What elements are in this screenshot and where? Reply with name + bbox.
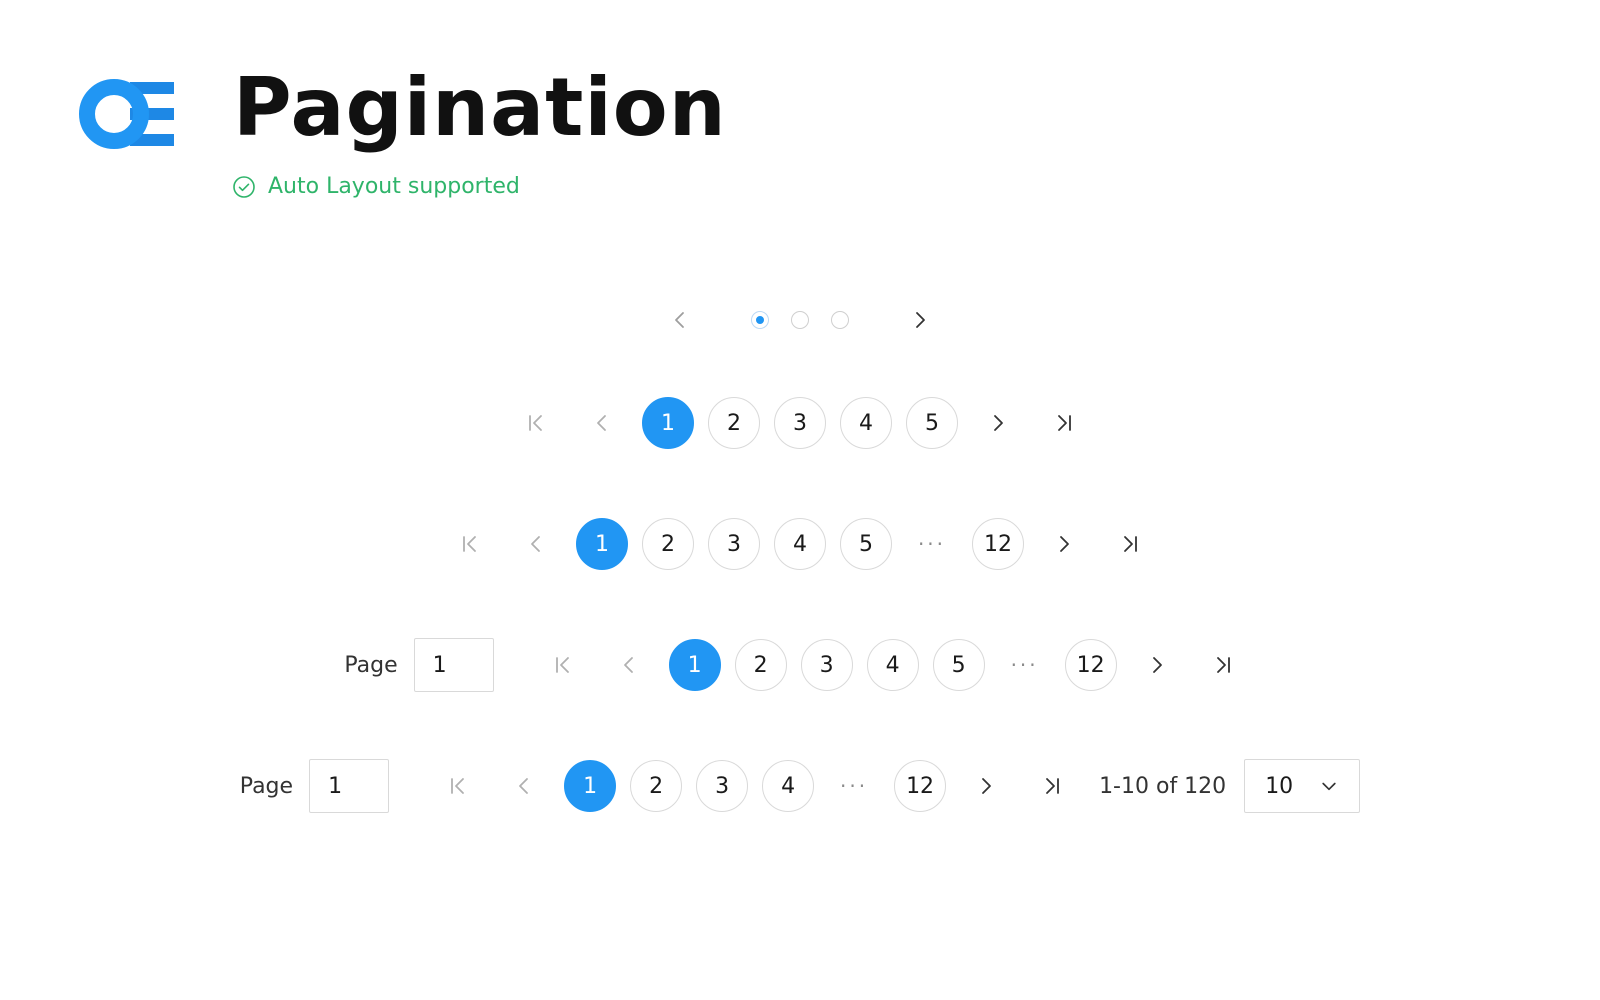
page-button-4[interactable]: 4 — [840, 397, 892, 449]
previous-button[interactable] — [497, 759, 551, 813]
first-page-icon — [451, 778, 464, 794]
page-button-2[interactable]: 2 — [734, 639, 787, 691]
previous-button[interactable] — [602, 638, 656, 692]
ellipsis: ··· — [1010, 653, 1039, 677]
chevron-left-icon — [675, 312, 684, 328]
chevron-left-icon — [531, 536, 540, 552]
page-button-last[interactable]: 12 — [1064, 639, 1117, 691]
first-page-button[interactable] — [509, 396, 563, 450]
chevron-left-icon — [623, 657, 633, 673]
page-button-3[interactable]: 3 — [774, 397, 826, 449]
chevron-right-icon — [982, 778, 991, 794]
page-button-5[interactable]: 5 — [932, 639, 985, 691]
next-button[interactable] — [971, 396, 1025, 450]
last-page-icon — [1046, 778, 1059, 794]
page-title: Pagination — [233, 61, 727, 154]
first-page-icon — [529, 415, 542, 431]
page-dot[interactable] — [831, 311, 849, 329]
page-button-2[interactable]: 2 — [708, 397, 760, 449]
page-button-last[interactable]: 12 — [894, 760, 947, 812]
page-button-5[interactable]: 5 — [840, 518, 892, 570]
first-page-button[interactable] — [431, 759, 485, 813]
chevron-right-icon — [994, 415, 1003, 431]
logo — [79, 79, 174, 149]
last-page-icon — [1124, 536, 1137, 552]
last-page-icon — [1058, 415, 1071, 431]
page-size-value: 10 — [1265, 773, 1294, 799]
first-page-button[interactable] — [443, 517, 497, 571]
page-button-1[interactable]: 1 — [564, 760, 617, 812]
page-button-5[interactable]: 5 — [906, 397, 958, 449]
previous-button[interactable] — [660, 293, 700, 347]
pagination-basic: 12345 — [0, 395, 1600, 451]
last-page-button[interactable] — [1037, 396, 1091, 450]
last-page-button[interactable] — [1196, 638, 1250, 692]
next-button[interactable] — [1037, 517, 1091, 571]
page-button-3[interactable]: 3 — [800, 639, 853, 691]
page-button-4[interactable]: 4 — [866, 639, 919, 691]
page-button-3[interactable]: 3 — [708, 518, 760, 570]
ellipsis: ··· — [840, 774, 869, 798]
page-button-last[interactable]: 12 — [972, 518, 1024, 570]
page-button-4[interactable]: 4 — [774, 518, 826, 570]
next-button[interactable] — [959, 759, 1013, 813]
subtitle-text: Auto Layout supported — [268, 174, 520, 199]
chevron-left-icon — [519, 778, 528, 794]
chevron-right-icon — [1152, 657, 1162, 673]
page-button-2[interactable]: 2 — [630, 760, 683, 812]
next-button[interactable] — [1130, 638, 1184, 692]
page-button-1[interactable]: 1 — [642, 397, 694, 449]
auto-layout-note: Auto Layout supported — [232, 174, 520, 199]
page-size-select[interactable]: 10 — [1244, 759, 1361, 813]
pagination-with-ellipsis: 12345 ··· 12 — [0, 516, 1600, 572]
chevron-right-icon — [916, 312, 925, 328]
page-label: Page — [239, 773, 294, 799]
last-page-button[interactable] — [1025, 759, 1079, 813]
pagination-with-page-input: Page 12345 ··· 12 — [0, 637, 1600, 693]
page-button-1[interactable]: 1 — [668, 639, 721, 691]
last-page-button[interactable] — [1103, 517, 1157, 571]
page-button-1[interactable]: 1 — [576, 518, 628, 570]
page-number-input[interactable] — [413, 638, 494, 692]
first-page-icon — [555, 657, 569, 673]
page-button-3[interactable]: 3 — [696, 760, 749, 812]
pagination-full: Page 1234 ··· 12 1-10 of 120 10 — [0, 758, 1600, 814]
page-number-input[interactable] — [309, 759, 390, 813]
page-dot[interactable] — [751, 311, 769, 329]
page-label: Page — [344, 652, 398, 678]
range-text: 1-10 of 120 — [1099, 773, 1227, 799]
page-dot[interactable] — [791, 311, 809, 329]
first-page-icon — [463, 536, 476, 552]
chevron-down-icon — [1322, 782, 1336, 791]
next-button[interactable] — [900, 293, 940, 347]
last-page-icon — [1216, 657, 1230, 673]
chevron-left-icon — [597, 415, 606, 431]
page-button-4[interactable]: 4 — [762, 760, 815, 812]
check-circle-icon — [233, 175, 255, 198]
first-page-button[interactable] — [536, 638, 590, 692]
chevron-right-icon — [1060, 536, 1069, 552]
previous-button[interactable] — [575, 396, 629, 450]
page-button-2[interactable]: 2 — [642, 518, 694, 570]
ellipsis: ··· — [917, 532, 947, 556]
dots-pagination — [0, 300, 1600, 340]
previous-button[interactable] — [509, 517, 563, 571]
